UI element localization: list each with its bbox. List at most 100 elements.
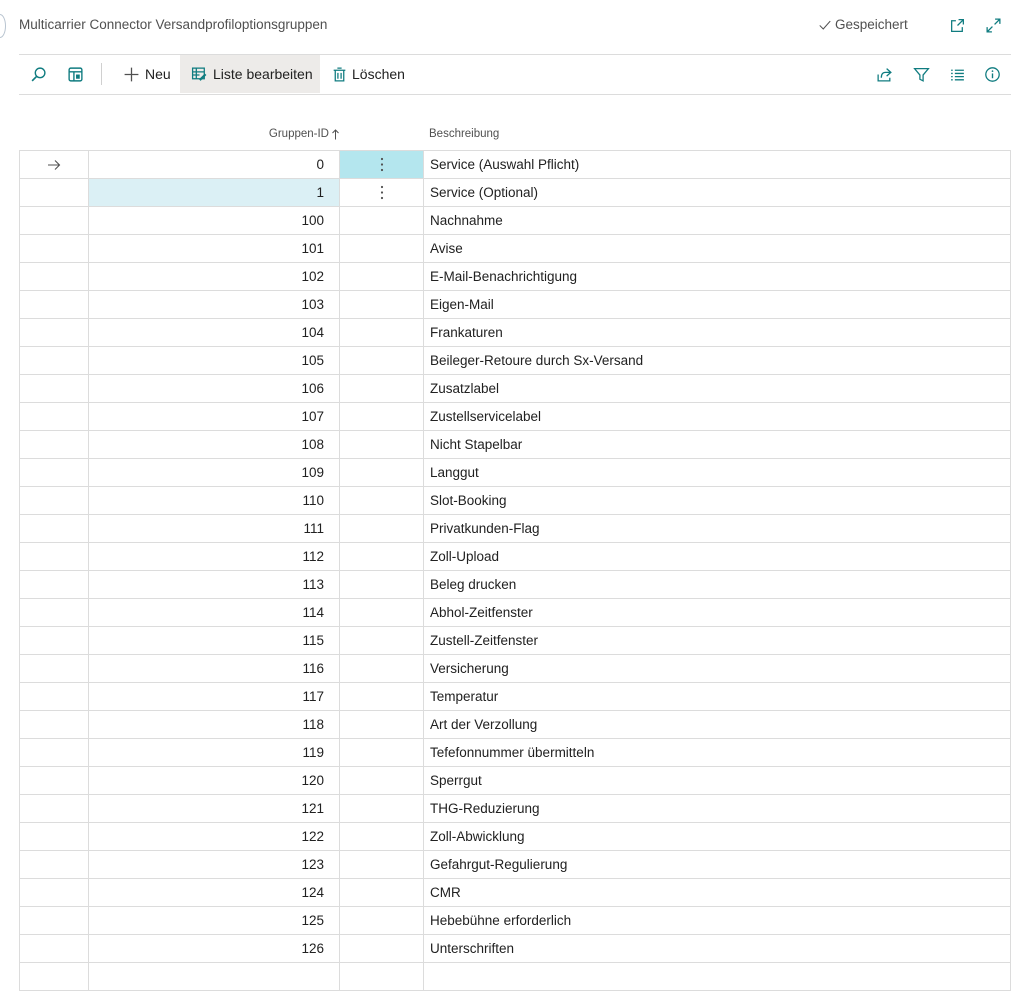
table-row[interactable]: 108 Nicht Stapelbar (19, 431, 1011, 459)
cell-description[interactable]: Service (Optional) (424, 179, 1011, 206)
cell-description[interactable]: Sperrgut (424, 767, 1011, 794)
cell-group-id[interactable]: 121 (89, 795, 340, 822)
table-row[interactable]: 117 Temperatur (19, 683, 1011, 711)
row-actions[interactable] (340, 711, 424, 738)
row-selector[interactable] (19, 627, 89, 654)
cell-description[interactable]: Zoll-Upload (424, 543, 1011, 570)
row-selector[interactable] (19, 543, 89, 570)
cell-group-id[interactable]: 112 (89, 543, 340, 570)
row-selector[interactable] (19, 375, 89, 402)
row-actions[interactable] (340, 627, 424, 654)
cell-group-id[interactable]: 101 (89, 235, 340, 262)
search-button[interactable] (27, 55, 49, 93)
table-row[interactable]: 103 Eigen-Mail (19, 291, 1011, 319)
table-row[interactable]: 124 CMR (19, 879, 1011, 907)
cell-description[interactable]: Langgut (424, 459, 1011, 486)
cell-group-id[interactable]: 100 (89, 207, 340, 234)
cell-group-id[interactable] (89, 963, 340, 990)
row-selector[interactable] (19, 179, 89, 206)
table-row[interactable]: 110 Slot-Booking (19, 487, 1011, 515)
row-selector[interactable] (19, 907, 89, 934)
row-actions[interactable] (340, 235, 424, 262)
cell-group-id[interactable]: 107 (89, 403, 340, 430)
table-row[interactable]: 118 Art der Verzollung (19, 711, 1011, 739)
table-row[interactable]: 123 Gefahrgut-Regulierung (19, 851, 1011, 879)
edit-list-button[interactable]: Liste bearbeiten (180, 55, 320, 93)
cell-group-id[interactable]: 0 (89, 151, 340, 178)
cell-group-id[interactable]: 106 (89, 375, 340, 402)
row-actions[interactable] (340, 263, 424, 290)
row-actions[interactable] (340, 739, 424, 766)
cell-description[interactable]: Beileger-Retoure durch Sx-Versand (424, 347, 1011, 374)
cell-description[interactable]: CMR (424, 879, 1011, 906)
row-selector[interactable] (19, 599, 89, 626)
row-selector[interactable] (19, 459, 89, 486)
nav-pane-edge[interactable] (0, 14, 6, 38)
row-actions[interactable] (340, 347, 424, 374)
cell-group-id[interactable]: 110 (89, 487, 340, 514)
row-actions[interactable] (340, 151, 424, 178)
cell-description[interactable] (424, 963, 1011, 990)
cell-description[interactable]: Unterschriften (424, 935, 1011, 962)
table-row[interactable]: 113 Beleg drucken (19, 571, 1011, 599)
cell-description[interactable]: Zoll-Abwicklung (424, 823, 1011, 850)
cell-description[interactable]: E-Mail-Benachrichtigung (424, 263, 1011, 290)
list-view-button[interactable] (946, 55, 968, 93)
row-actions[interactable] (340, 179, 424, 206)
row-selector[interactable] (19, 347, 89, 374)
table-row[interactable]: 112 Zoll-Upload (19, 543, 1011, 571)
table-row[interactable]: 115 Zustell-Zeitfenster (19, 627, 1011, 655)
row-selector[interactable] (19, 851, 89, 878)
cell-group-id[interactable]: 115 (89, 627, 340, 654)
table-row[interactable]: 121 THG-Reduzierung (19, 795, 1011, 823)
row-selector[interactable] (19, 263, 89, 290)
cell-description[interactable]: Versicherung (424, 655, 1011, 682)
cell-description[interactable]: Slot-Booking (424, 487, 1011, 514)
cell-group-id[interactable]: 105 (89, 347, 340, 374)
table-row[interactable]: 120 Sperrgut (19, 767, 1011, 795)
table-row[interactable]: 122 Zoll-Abwicklung (19, 823, 1011, 851)
cell-description[interactable]: Temperatur (424, 683, 1011, 710)
cell-group-id[interactable]: 108 (89, 431, 340, 458)
row-selector[interactable] (19, 683, 89, 710)
cell-group-id[interactable]: 103 (89, 291, 340, 318)
cell-group-id[interactable]: 122 (89, 823, 340, 850)
table-row[interactable]: 109 Langgut (19, 459, 1011, 487)
row-actions[interactable] (340, 767, 424, 794)
info-button[interactable] (981, 55, 1003, 93)
filter-button[interactable] (910, 55, 932, 93)
table-row[interactable]: 114 Abhol-Zeitfenster (19, 599, 1011, 627)
cell-group-id[interactable]: 104 (89, 319, 340, 346)
cell-group-id[interactable]: 124 (89, 879, 340, 906)
cell-description[interactable]: Zusatzlabel (424, 375, 1011, 402)
share-button[interactable] (873, 55, 895, 93)
cell-group-id[interactable]: 119 (89, 739, 340, 766)
cell-description[interactable]: Hebebühne erforderlich (424, 907, 1011, 934)
row-actions[interactable] (340, 207, 424, 234)
cell-description[interactable]: Eigen-Mail (424, 291, 1011, 318)
cell-group-id[interactable]: 120 (89, 767, 340, 794)
row-actions[interactable] (340, 795, 424, 822)
table-row[interactable]: 0 Service (Auswahl Pflicht) (19, 151, 1011, 179)
row-selector[interactable] (19, 823, 89, 850)
row-actions[interactable] (340, 319, 424, 346)
table-row[interactable]: 100 Nachnahme (19, 207, 1011, 235)
row-actions[interactable] (340, 823, 424, 850)
row-actions[interactable] (340, 431, 424, 458)
row-actions[interactable] (340, 571, 424, 598)
cell-description[interactable]: Nicht Stapelbar (424, 431, 1011, 458)
cell-group-id[interactable]: 114 (89, 599, 340, 626)
row-selector[interactable] (19, 739, 89, 766)
delete-button[interactable]: Löschen (331, 55, 405, 93)
row-selector[interactable] (19, 879, 89, 906)
table-row[interactable]: 106 Zusatzlabel (19, 375, 1011, 403)
cell-description[interactable]: Frankaturen (424, 319, 1011, 346)
open-new-window-button[interactable] (946, 14, 968, 36)
row-actions[interactable] (340, 879, 424, 906)
table-row[interactable]: 105 Beileger-Retoure durch Sx-Versand (19, 347, 1011, 375)
table-row[interactable]: 107 Zustellservicelabel (19, 403, 1011, 431)
row-selector[interactable] (19, 711, 89, 738)
cell-group-id[interactable]: 1 (89, 179, 340, 206)
row-selector[interactable] (19, 935, 89, 962)
row-selector[interactable] (19, 235, 89, 262)
